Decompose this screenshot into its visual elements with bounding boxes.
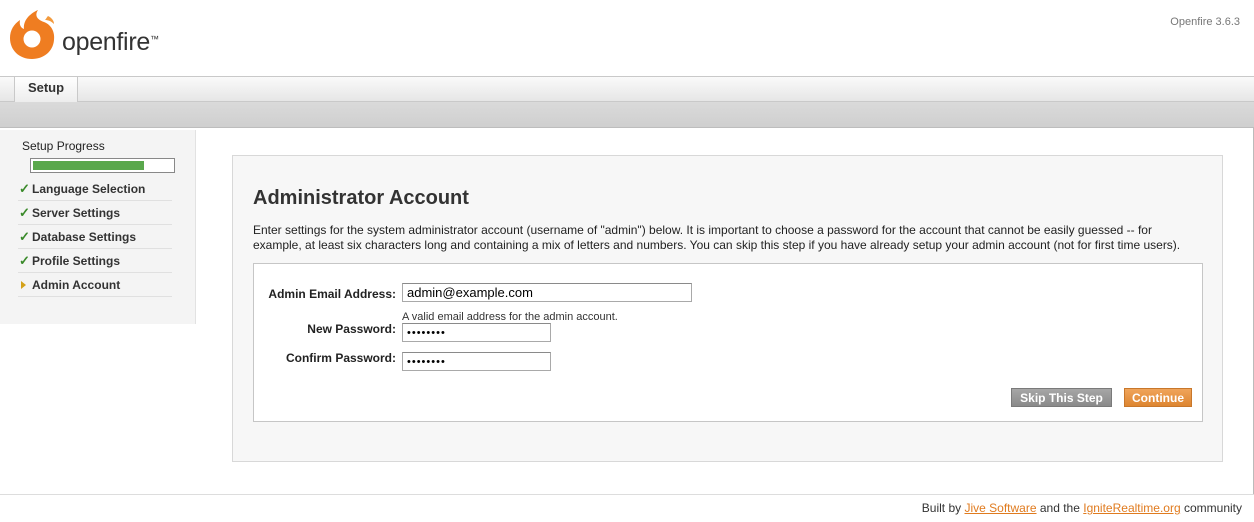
igniterealtime-link[interactable]: IgniteRealtime.org: [1083, 501, 1180, 515]
step-label: Profile Settings: [32, 254, 121, 268]
page-title: Administrator Account: [253, 187, 469, 209]
admin-account-form: Admin Email Address: A valid email addre…: [253, 263, 1203, 422]
sidebar-title: Setup Progress: [22, 139, 105, 153]
version-label: Openfire 3.6.3: [1170, 16, 1240, 28]
header: openfire™ Openfire 3.6.3: [0, 0, 1254, 76]
email-hint: A valid email address for the admin acco…: [402, 311, 618, 323]
checkmark-icon: ✓: [19, 181, 30, 196]
tab-setup[interactable]: Setup: [14, 77, 78, 102]
new-password-input[interactable]: [402, 323, 551, 342]
confirm-password-input[interactable]: [402, 352, 551, 371]
sub-nav-bar: [0, 102, 1254, 128]
jive-software-link[interactable]: Jive Software: [964, 501, 1036, 515]
new-password-label: New Password:: [307, 322, 396, 336]
step-label: Admin Account: [32, 278, 121, 292]
brand-name: openfire™: [62, 28, 159, 56]
footer-credits: Built by Jive Software and the IgniteRea…: [921, 501, 1242, 515]
checkmark-icon: ✓: [19, 229, 30, 244]
page: openfire™ Openfire 3.6.3 Setup Setup Pro…: [0, 0, 1254, 522]
step-language-selection[interactable]: ✓ Language Selection: [18, 177, 172, 201]
tab-bar: Setup: [0, 76, 1254, 102]
admin-email-input[interactable]: [402, 283, 692, 302]
confirm-password-label: Confirm Password:: [285, 351, 396, 365]
step-server-settings[interactable]: ✓ Server Settings: [18, 201, 172, 225]
openfire-flame-logo-icon: [10, 10, 55, 59]
checkmark-icon: ✓: [19, 205, 30, 220]
step-label: Server Settings: [32, 206, 121, 220]
setup-progress-sidebar: Setup Progress ✓ Language Selection ✓ Se…: [0, 130, 196, 324]
step-label: Language Selection: [32, 182, 146, 196]
checkmark-icon: ✓: [19, 253, 30, 268]
setup-steps-list: ✓ Language Selection ✓ Server Settings ✓…: [18, 177, 172, 297]
step-admin-account: Admin Account: [18, 273, 172, 297]
footer: Built by Jive Software and the IgniteRea…: [0, 494, 1254, 522]
step-label: Database Settings: [32, 230, 137, 244]
setup-progress-bar: [30, 158, 175, 173]
step-profile-settings[interactable]: ✓ Profile Settings: [18, 249, 172, 273]
step-database-settings[interactable]: ✓ Database Settings: [18, 225, 172, 249]
progress-fill: [33, 161, 145, 170]
email-label: Admin Email Address:: [268, 287, 396, 301]
main-content: Administrator Account Enter settings for…: [232, 155, 1223, 462]
skip-step-button[interactable]: Skip This Step: [1011, 388, 1112, 407]
current-step-arrow-icon: [21, 281, 26, 289]
intro-text: Enter settings for the system administra…: [253, 223, 1181, 252]
continue-button[interactable]: Continue: [1124, 388, 1192, 407]
